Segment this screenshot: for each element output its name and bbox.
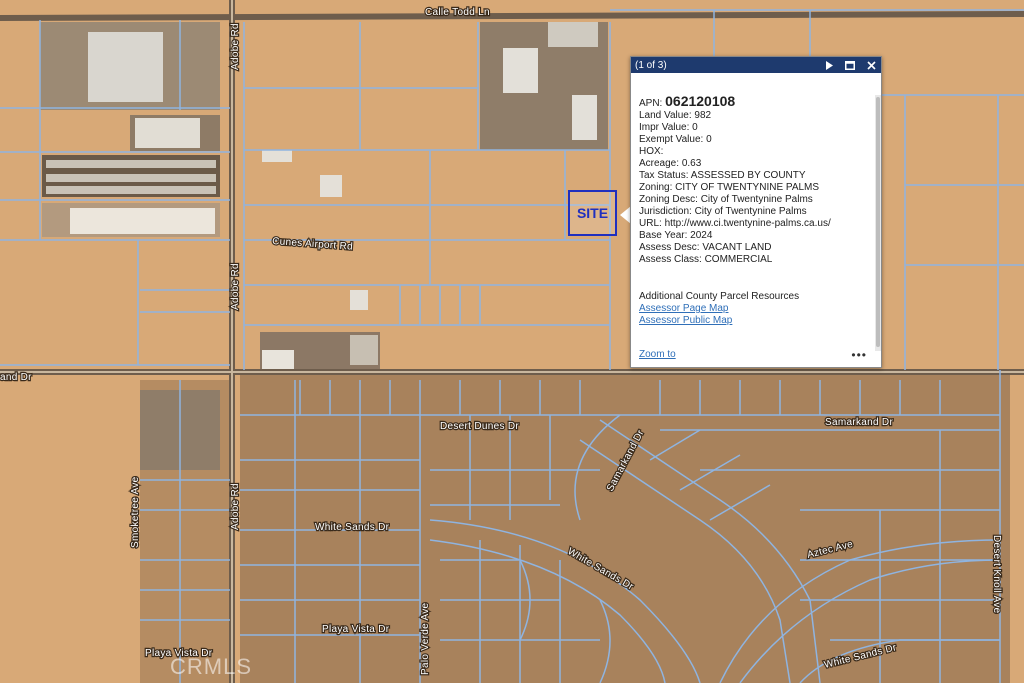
- field-value: ASSESSED BY COUNTY: [690, 170, 806, 181]
- field-label: APN:: [639, 98, 666, 109]
- field-hox: HOX:: [639, 146, 873, 158]
- field-value: VACANT LAND: [702, 242, 772, 253]
- field-base-year: Base Year: 2024: [639, 230, 873, 242]
- field-jurisdiction: Jurisdiction: City of Twentynine Palms: [639, 206, 873, 218]
- field-zoning-desc: Zoning Desc: City of Twentynine Palms: [639, 194, 873, 206]
- field-value: City of Twentynine Palms: [694, 206, 807, 217]
- field-value: 982: [694, 110, 712, 121]
- field-zoning: Zoning: CITY OF TWENTYNINE PALMS: [639, 182, 873, 194]
- field-impr-value: Impr Value: 0: [639, 122, 873, 134]
- zoom-to-link[interactable]: Zoom to: [639, 349, 676, 360]
- field-label: Assess Desc:: [639, 242, 703, 253]
- assessor-public-map-link[interactable]: Assessor Public Map: [639, 315, 732, 326]
- field-apn: APN: 062120108: [639, 93, 873, 110]
- field-label: Jurisdiction:: [639, 206, 695, 217]
- field-label: Exempt Value:: [639, 134, 707, 145]
- parcel-info-popup: (1 of 3) APN: 062120108 Land Value: 982 …: [630, 56, 882, 368]
- assessor-page-map-link[interactable]: Assessor Page Map: [639, 303, 729, 314]
- popup-body: APN: 062120108 Land Value: 982 Impr Valu…: [631, 73, 881, 367]
- label-desert-knoll-ave: Desert Knoll Ave: [991, 535, 1002, 614]
- field-value: http://www.ci.twentynine-palms.ca.us/: [664, 218, 831, 229]
- site-label: SITE: [576, 205, 609, 221]
- field-assess-desc: Assess Desc: VACANT LAND: [639, 242, 873, 254]
- resources-title: Additional County Parcel Resources: [639, 291, 800, 302]
- field-label: Assess Class:: [639, 254, 705, 265]
- field-url: URL: http://www.ci.twentynine-palms.ca.u…: [639, 218, 873, 230]
- field-land-value: Land Value: 982: [639, 110, 873, 122]
- field-label: Land Value:: [639, 110, 695, 121]
- field-label: URL:: [639, 218, 665, 229]
- field-tax-status: Tax Status: ASSESSED BY COUNTY: [639, 170, 873, 182]
- field-value: City of Twentynine Palms: [700, 194, 813, 205]
- field-label: Zoning Desc:: [639, 194, 701, 205]
- label-smoketree-ave: Smoketree Ave: [130, 476, 141, 548]
- field-label: Tax Status:: [639, 170, 691, 181]
- field-assess-class: Assess Class: COMMERCIAL: [639, 254, 873, 266]
- more-options-button[interactable]: •••: [851, 349, 867, 361]
- label-adobe-rd-bottom: Adobe Rd: [230, 483, 241, 530]
- field-value: 2024: [690, 230, 713, 241]
- field-exempt-value: Exempt Value: 0: [639, 134, 873, 146]
- apn-value: 062120108: [665, 93, 736, 109]
- watermark: CRMLS: [170, 654, 253, 679]
- field-value: 0: [706, 134, 712, 145]
- label-samarkand-dr-right: Samarkand Dr: [825, 417, 893, 428]
- field-acreage: Acreage: 0.63: [639, 158, 873, 170]
- label-adobe-rd-top: Adobe Rd: [230, 23, 241, 70]
- label-white-sands-dr-left: White Sands Dr: [315, 522, 390, 533]
- label-and-dr: and Dr: [0, 372, 32, 383]
- field-value: CITY OF TWENTYNINE PALMS: [675, 182, 820, 193]
- field-label: Impr Value:: [639, 122, 693, 133]
- field-label: Acreage:: [639, 158, 682, 169]
- label-palo-verde-ave: Palo Verde Ave: [420, 602, 431, 675]
- label-adobe-rd-mid: Adobe Rd: [230, 263, 241, 310]
- popup-scrollbar-thumb[interactable]: [876, 97, 880, 347]
- field-value: 0.63: [681, 158, 702, 169]
- maximize-icon[interactable]: [844, 59, 856, 71]
- popup-header: (1 of 3): [631, 57, 881, 73]
- field-value: COMMERCIAL: [704, 254, 773, 265]
- play-next-icon[interactable]: [823, 59, 835, 71]
- close-icon[interactable]: [865, 59, 877, 71]
- field-label: Zoning:: [639, 182, 676, 193]
- label-playa-vista-dr-mid: Playa Vista Dr: [322, 624, 390, 635]
- field-label: Base Year:: [639, 230, 691, 241]
- label-calle-todd-ln: Calle Todd Ln: [425, 7, 490, 18]
- site-marker[interactable]: SITE: [568, 190, 617, 236]
- popup-counter: (1 of 3): [635, 59, 667, 71]
- field-value: 0: [692, 122, 698, 133]
- field-label: HOX:: [639, 146, 664, 157]
- label-desert-dunes-dr: Desert Dunes Dr: [440, 421, 519, 432]
